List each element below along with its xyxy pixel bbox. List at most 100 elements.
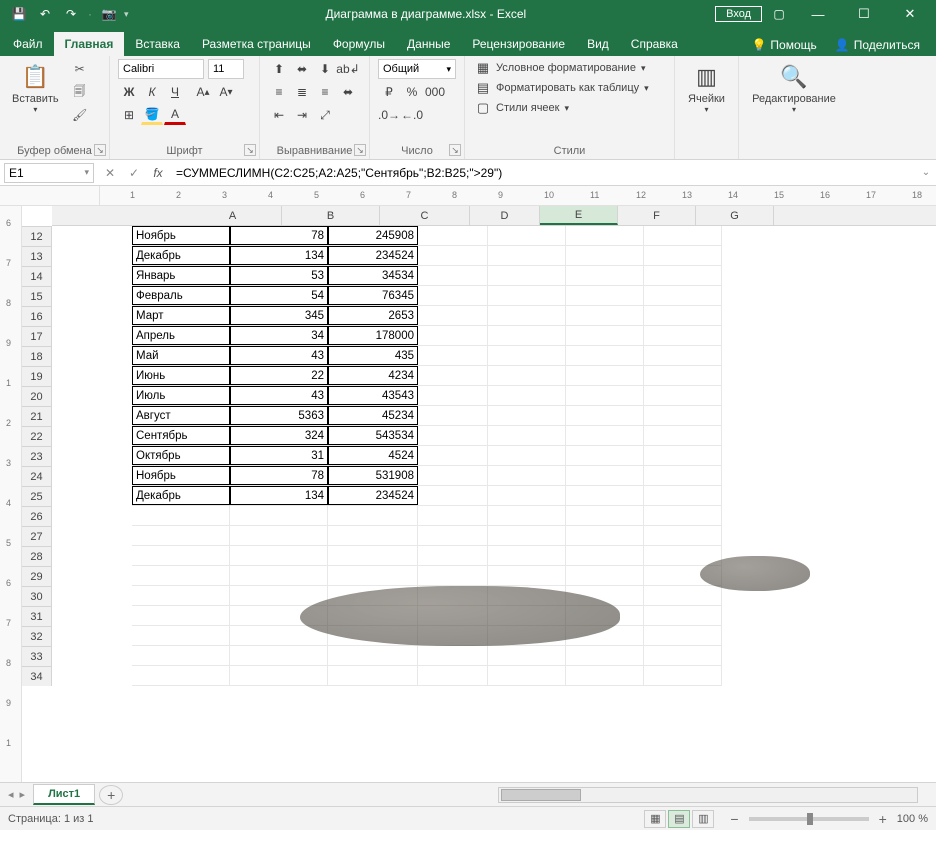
cell[interactable] (566, 326, 644, 345)
cell[interactable] (328, 646, 418, 665)
cell[interactable]: Февраль (132, 286, 230, 305)
cell[interactable]: 34 (230, 326, 328, 345)
tell-me-button[interactable]: 💡Помощь (743, 34, 824, 56)
row-header[interactable]: 25 (22, 486, 52, 506)
tab-help[interactable]: Справка (620, 32, 689, 56)
cell[interactable]: 234524 (328, 486, 418, 505)
cell[interactable] (418, 546, 488, 565)
close-button[interactable]: ✕ (888, 0, 932, 28)
cell[interactable]: 5363 (230, 406, 328, 425)
column-header[interactable]: B (282, 206, 380, 225)
sheet-tab[interactable]: Лист1 (33, 784, 95, 805)
cell[interactable]: Июнь (132, 366, 230, 385)
row-header[interactable]: 20 (22, 386, 52, 406)
cell[interactable] (488, 566, 566, 585)
sheet-nav-first-icon[interactable]: ◂ (6, 788, 16, 801)
cell[interactable] (566, 506, 644, 525)
cell[interactable]: Июль (132, 386, 230, 405)
cell[interactable]: Декабрь (132, 246, 230, 265)
row-header[interactable]: 30 (22, 586, 52, 606)
column-header[interactable]: G (696, 206, 774, 225)
cell[interactable]: 531908 (328, 466, 418, 485)
cell[interactable]: Май (132, 346, 230, 365)
zoom-out-button[interactable]: − (726, 811, 742, 827)
cell[interactable] (488, 666, 566, 685)
conditional-format-button[interactable]: ▦ Условное форматирование▾ (473, 59, 666, 77)
align-right-icon[interactable]: ≡ (314, 82, 336, 102)
shrink-font-icon[interactable]: A▾ (215, 82, 237, 102)
cell[interactable]: Март (132, 306, 230, 325)
cell[interactable] (328, 546, 418, 565)
align-bottom-icon[interactable]: ⬇ (314, 59, 336, 79)
save-icon[interactable]: 💾 (8, 3, 30, 25)
font-size-combo[interactable] (208, 59, 244, 79)
cell[interactable] (418, 346, 488, 365)
cell[interactable] (418, 386, 488, 405)
cell[interactable] (488, 326, 566, 345)
view-normal-icon[interactable]: ▦ (644, 810, 666, 828)
cell[interactable]: 76345 (328, 286, 418, 305)
align-center-icon[interactable]: ≣ (291, 82, 313, 102)
cell[interactable]: 78 (230, 466, 328, 485)
alignment-launcher-icon[interactable]: ↘ (354, 144, 366, 156)
cell[interactable] (566, 526, 644, 545)
cell[interactable] (644, 446, 722, 465)
cell[interactable] (132, 606, 230, 625)
tab-home[interactable]: Главная (54, 32, 125, 56)
decrease-decimal-icon[interactable]: ←.0 (401, 105, 423, 125)
cell[interactable] (566, 426, 644, 445)
cell[interactable] (488, 226, 566, 245)
wrap-text-icon[interactable]: ab↲ (337, 59, 359, 79)
cell[interactable] (644, 666, 722, 685)
zoom-slider[interactable] (749, 817, 869, 821)
number-launcher-icon[interactable]: ↘ (449, 144, 461, 156)
cell[interactable]: 134 (230, 246, 328, 265)
grow-font-icon[interactable]: A▴ (192, 82, 214, 102)
bold-button[interactable]: Ж (118, 82, 140, 102)
cell[interactable] (418, 406, 488, 425)
signin-button[interactable]: Вход (715, 6, 762, 22)
cell[interactable] (566, 366, 644, 385)
cell[interactable] (418, 666, 488, 685)
cell[interactable] (644, 486, 722, 505)
fx-icon[interactable]: fx (146, 163, 170, 183)
qat-dropdown-icon[interactable]: ▾ (124, 9, 129, 20)
cell[interactable] (418, 326, 488, 345)
cell[interactable] (418, 486, 488, 505)
cell[interactable] (644, 366, 722, 385)
cell[interactable] (488, 406, 566, 425)
cell[interactable] (566, 466, 644, 485)
cell[interactable] (418, 306, 488, 325)
row-header[interactable]: 15 (22, 286, 52, 306)
cell[interactable] (644, 526, 722, 545)
zoom-thumb[interactable] (807, 813, 813, 825)
format-as-table-button[interactable]: ▤ Форматировать как таблицу▾ (473, 79, 666, 97)
sheet-nav-last-icon[interactable]: ▸ (18, 788, 28, 801)
align-top-icon[interactable]: ⬆ (268, 59, 290, 79)
cell[interactable]: 543534 (328, 426, 418, 445)
cell[interactable] (230, 666, 328, 685)
horizontal-scrollbar[interactable] (498, 787, 918, 803)
decrease-indent-icon[interactable]: ⇤ (268, 105, 290, 125)
cell[interactable] (644, 386, 722, 405)
zoom-in-button[interactable]: + (875, 811, 891, 827)
cell[interactable] (328, 526, 418, 545)
cell[interactable] (418, 366, 488, 385)
cell[interactable]: 43543 (328, 386, 418, 405)
cell[interactable]: 345 (230, 306, 328, 325)
cell[interactable]: Декабрь (132, 486, 230, 505)
cell[interactable]: 234524 (328, 246, 418, 265)
cell[interactable] (566, 546, 644, 565)
cell[interactable] (488, 466, 566, 485)
cell[interactable] (230, 526, 328, 545)
number-format-combo[interactable]: Общий▾ (378, 59, 456, 79)
row-header[interactable]: 34 (22, 666, 52, 686)
cell[interactable] (230, 646, 328, 665)
row-header[interactable]: 32 (22, 626, 52, 646)
cell[interactable] (418, 646, 488, 665)
zoom-label[interactable]: 100 % (897, 813, 928, 825)
cell[interactable] (488, 346, 566, 365)
cell[interactable] (566, 666, 644, 685)
ribbon-display-icon[interactable]: ▢ (764, 2, 794, 26)
font-name-combo[interactable] (118, 59, 204, 79)
